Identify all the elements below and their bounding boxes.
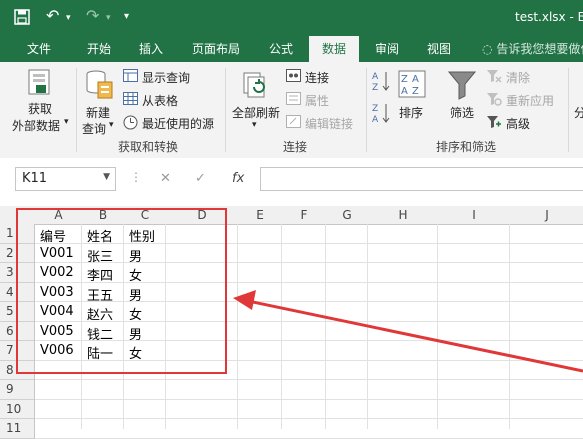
annotation-arrow <box>233 290 583 373</box>
gridline <box>35 437 583 439</box>
